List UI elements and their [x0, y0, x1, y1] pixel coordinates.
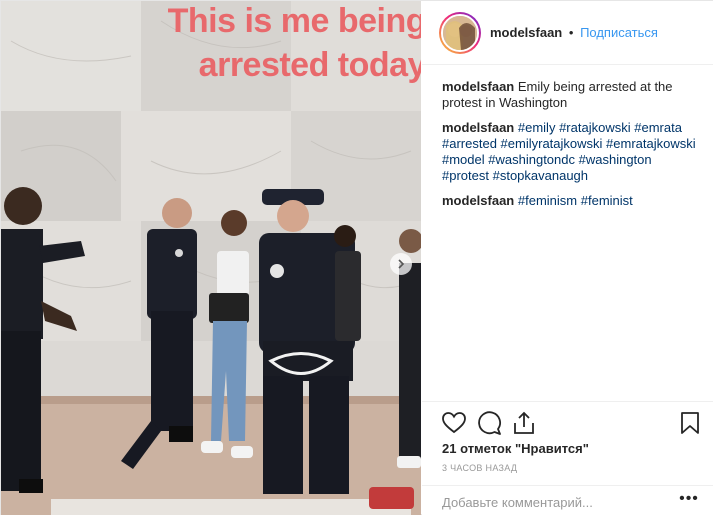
hashtag-link[interactable]: #model [442, 152, 485, 167]
likes-count[interactable]: 21 отметок "Нравится" [442, 441, 589, 456]
header-text: modelsfaan • Подписаться [490, 25, 658, 40]
share-button[interactable] [511, 410, 537, 436]
hashtag-link[interactable]: #emrata [634, 120, 682, 135]
post-header: modelsfaan • Подписаться [422, 1, 713, 65]
separator-dot: • [568, 25, 574, 40]
hashtag-link[interactable]: #arrested [442, 136, 497, 151]
hashtag-link[interactable]: #emily [518, 120, 556, 135]
add-comment-bar: ••• [422, 485, 713, 515]
hashtag-link[interactable]: #feminism [518, 193, 577, 208]
comment-username[interactable]: modelsfaan [442, 193, 514, 208]
hashtag-link[interactable]: #ratajkowski [559, 120, 631, 135]
comment-bubble-icon [478, 411, 501, 435]
hashtag-link[interactable]: #washingtondc [488, 152, 575, 167]
post-side-panel: modelsfaan • Подписаться modelsfaan Emil… [422, 1, 713, 515]
follow-button[interactable]: Подписаться [580, 25, 658, 40]
like-button[interactable] [441, 410, 467, 436]
post-timestamp[interactable]: 3 ЧАСОВ НАЗАД [442, 463, 517, 473]
chevron-right-icon [398, 259, 405, 269]
comment-username[interactable]: modelsfaan [442, 79, 514, 94]
post-photo[interactable]: This is me being arrested today [1, 1, 421, 515]
hashtag-link[interactable]: #feminist [581, 193, 633, 208]
avatar[interactable] [439, 12, 481, 54]
username-link[interactable]: modelsfaan [490, 25, 562, 40]
comment-button[interactable] [476, 410, 502, 436]
post-frame: This is me being arrested today modelsfa… [0, 0, 713, 515]
heart-icon [442, 412, 466, 434]
hashtag-link[interactable]: #washington [579, 152, 652, 167]
hashtag-link[interactable]: #stopkavanaugh [493, 168, 588, 183]
comment-item: modelsfaan Emily being arrested at the p… [442, 79, 702, 111]
carousel-next-button[interactable] [390, 253, 412, 275]
photo-scene [1, 1, 421, 515]
comment-input[interactable] [442, 493, 672, 511]
bookmark-icon [681, 412, 699, 434]
hashtag-link[interactable]: #emratajkowski [606, 136, 696, 151]
share-arrow-icon [514, 411, 534, 434]
hashtag-link[interactable]: #emilyratajkowski [501, 136, 603, 151]
comment-username[interactable]: modelsfaan [442, 120, 514, 135]
comment-item: modelsfaan #emily #ratajkowski #emrata #… [442, 120, 702, 184]
hashtag-link[interactable]: #protest [442, 168, 489, 183]
comment-item: modelsfaan #feminism #feminist [442, 193, 702, 209]
save-button[interactable] [677, 410, 703, 436]
more-options-button[interactable]: ••• [679, 491, 699, 510]
avatar-image [443, 16, 477, 50]
comments-list: modelsfaan Emily being arrested at the p… [442, 79, 702, 218]
